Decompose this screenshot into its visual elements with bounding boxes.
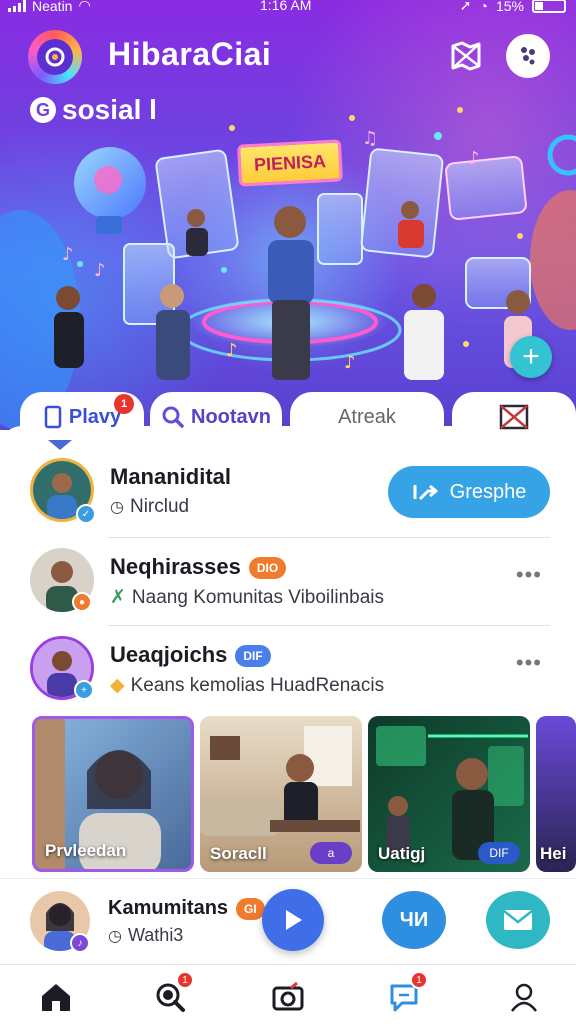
list-item-meta-text: Keans kemolias HuadRenacis: [130, 674, 385, 696]
tab-notes[interactable]: Nootavn: [150, 392, 282, 442]
player-name: Kamumitans GI: [108, 897, 265, 920]
play-button[interactable]: [262, 889, 324, 951]
list-item[interactable]: + Ueaqjoichs DIF ◆ Keans kemolias HuadRen…: [26, 628, 550, 716]
video-card[interactable]: Hei: [536, 716, 576, 872]
app-logo[interactable]: [28, 30, 82, 84]
nav-profile[interactable]: [504, 977, 544, 1017]
list-item-name: Ueaqjoichs DIF: [110, 642, 271, 668]
list-item-meta-text: Nirclud: [129, 496, 190, 517]
tag-icon: ◆: [110, 675, 125, 696]
sub-brand: G sosial l: [30, 94, 157, 126]
play-icon: [286, 910, 302, 930]
list-item-name-text: Ueaqjoichs: [110, 642, 228, 667]
share-button[interactable]: Gresphe: [388, 466, 550, 518]
hero-illustration: ♪ ♪ ♪ ♪ ♫ ♪: [0, 107, 576, 430]
list-item-name: Mananidital: [110, 464, 232, 489]
tab-bar: Plavy 1 Nootavn Atreak: [0, 392, 576, 442]
nav-home[interactable]: [36, 977, 76, 1017]
divider: [108, 537, 550, 538]
player-badge: GI: [236, 897, 265, 920]
active-tab-indicator: [48, 440, 72, 450]
nav-camera[interactable]: [268, 977, 308, 1017]
svg-text:♪: ♪: [226, 340, 238, 361]
list-item[interactable]: ✓ Mananidital ◷ Nirclud Gresphe: [26, 450, 550, 538]
clock-icon: ◷: [108, 927, 122, 945]
list-item-meta: ◆ Keans kemolias HuadRenacis: [110, 674, 384, 697]
video-card[interactable]: Prvleedan: [32, 716, 194, 872]
add-button[interactable]: +: [510, 336, 552, 378]
nav-messages[interactable]: 1: [384, 971, 428, 1017]
nav-search[interactable]: 1: [150, 971, 194, 1017]
video-card-chip: DIF: [478, 842, 520, 864]
check-icon: ✗: [110, 587, 126, 608]
svg-text:♫: ♫: [362, 128, 378, 149]
phone-icon: [44, 405, 62, 429]
status-badge-icon: ♪: [70, 933, 90, 953]
mini-player: ♪ Kamumitans GI ◷ Wathi3 ЧИ: [0, 878, 576, 964]
hero-banner: Neatin ◠ 1:16 AM ➚ ◔ 15% ♪ ♪ ♪ ♪ ♫ ♪ PIE…: [0, 0, 576, 430]
divider: [108, 625, 550, 626]
translate-button[interactable]: ЧИ: [382, 891, 446, 949]
video-carousel: Prvleedan Soracll a Uatigj DIF Hei: [0, 716, 576, 876]
status-badge-icon: ●: [72, 592, 92, 612]
folded-map-icon: [499, 404, 529, 430]
video-card-caption: Soracll: [210, 844, 267, 863]
tab-map[interactable]: [452, 392, 576, 442]
status-badge-icon: +: [74, 680, 94, 700]
list-item-name: Neqhirasses DIO: [110, 554, 287, 580]
video-card[interactable]: Uatigj DIF: [368, 716, 530, 872]
svg-text:♪: ♪: [94, 260, 106, 281]
tab-notes-label: Nootavn: [191, 405, 271, 428]
translate-button-label: ЧИ: [399, 908, 429, 931]
video-card-caption: Prvleedan: [45, 841, 127, 860]
share-arrow-icon: [413, 484, 438, 501]
mail-icon: [503, 910, 533, 930]
camera-icon: [272, 982, 304, 1011]
tab-play[interactable]: Plavy 1: [20, 392, 144, 442]
svg-text:♪: ♪: [62, 244, 74, 265]
more-options-icon[interactable]: •••: [516, 650, 542, 676]
list-item-name-text: Neqhirasses: [110, 554, 241, 579]
map-icon[interactable]: [444, 34, 488, 78]
clock-icon: ◷: [110, 499, 124, 516]
video-card-caption: Hei: [540, 844, 567, 863]
nav-search-badge: 1: [176, 971, 194, 989]
verified-badge-icon: ✓: [76, 504, 96, 524]
list-item-meta: ✗ Naang Komunitas Viboilinbais: [110, 586, 384, 609]
tab-play-badge: 1: [114, 394, 134, 414]
video-card-caption: Uatigj: [378, 844, 426, 863]
player-meta: ◷ Wathi3: [108, 925, 183, 946]
tab-atreak-label: Atreak: [338, 405, 396, 428]
share-button-label: Gresphe: [449, 480, 527, 503]
nav-messages-badge: 1: [410, 971, 428, 989]
list-item-meta-text: Naang Komunitas Viboilinbais: [131, 586, 385, 608]
hero-sign: PIENISA: [236, 139, 344, 187]
list-item-meta: ◷ Nirclud: [110, 496, 189, 518]
player-meta-text: Wathi3: [127, 925, 184, 945]
search-icon: [162, 406, 184, 428]
home-icon: [42, 984, 70, 1011]
video-card[interactable]: Soracll a: [200, 716, 362, 872]
svg-text:♪: ♪: [468, 148, 480, 169]
sub-brand-label: sosial l: [62, 94, 157, 125]
tab-play-label: Plavy: [68, 405, 122, 428]
mail-button[interactable]: [486, 891, 550, 949]
sub-brand-logo-icon: G: [30, 97, 56, 123]
tab-atreak[interactable]: Atreak: [290, 392, 444, 442]
profile-icon: [511, 983, 537, 1012]
more-options-icon[interactable]: •••: [516, 562, 542, 588]
svg-text:♪: ♪: [344, 352, 356, 373]
list-item[interactable]: ● Neqhirasses DIO ✗ Naang Komunitas Viboi…: [26, 540, 550, 628]
bottom-nav: 1 1: [0, 964, 576, 1024]
apps-menu-icon[interactable]: [506, 34, 550, 78]
video-card-chip: a: [310, 842, 352, 864]
logo-glyph-icon: [37, 39, 73, 75]
status-badge: DIF: [235, 645, 271, 668]
app-title: HibaraCiai: [108, 36, 272, 72]
player-name-text: Kamumitans: [108, 897, 229, 919]
status-badge: DIO: [248, 557, 287, 580]
